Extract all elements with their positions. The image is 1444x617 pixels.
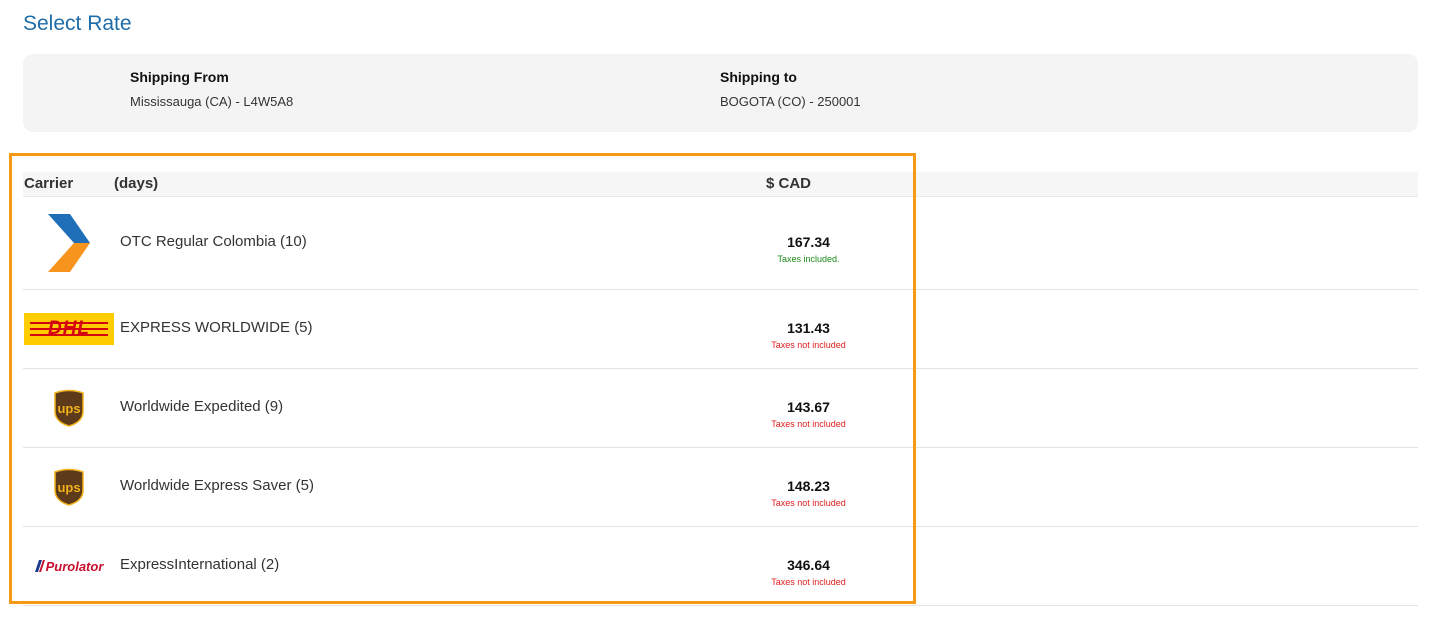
shipping-to: Shipping to BOGOTA (CO) - 250001	[720, 69, 861, 109]
shipping-summary: Shipping From Mississauga (CA) - L4W5A8 …	[23, 54, 1418, 132]
shipping-to-label: Shipping to	[720, 69, 797, 85]
service-name: OTC Regular Colombia (10)	[120, 233, 307, 250]
service-name: Worldwide Express Saver (5)	[120, 477, 314, 494]
shipping-to-value: BOGOTA (CO) - 250001	[720, 94, 861, 109]
price-value: 148.23	[787, 478, 830, 494]
tax-note: Taxes included.	[777, 254, 840, 264]
tax-note: Taxes not included	[771, 498, 846, 508]
rate-row-otc[interactable]: OTC Regular Colombia (10) 167.34 Taxes i…	[23, 197, 1418, 290]
price-value: 167.34	[787, 234, 830, 250]
rate-row-dhl[interactable]: DHL EXPRESS WORLDWIDE (5) 131.43 Taxes n…	[23, 290, 1418, 369]
ups-logo-text: ups	[57, 480, 80, 495]
purolator-logo: Purolator	[24, 527, 114, 605]
price-value: 346.64	[787, 557, 830, 573]
price-cell: 143.67 Taxes not included	[741, 399, 876, 429]
tax-note: Taxes not included	[771, 577, 846, 587]
ups-logo: ups	[24, 369, 114, 447]
tax-note: Taxes not included	[771, 340, 846, 350]
price-value: 131.43	[787, 320, 830, 336]
tax-note: Taxes not included	[771, 419, 846, 429]
column-header-price: $ CAD	[766, 175, 812, 192]
chevron-carrier-logo	[24, 197, 114, 289]
rates-table-header: Carrier (days) $ CAD	[23, 172, 1418, 197]
column-header-days: (days)	[114, 175, 159, 192]
rate-row-ups-expedited[interactable]: ups Worldwide Expedited (9) 143.67 Taxes…	[23, 369, 1418, 448]
dhl-logo-text: DHL	[47, 318, 91, 339]
shipping-from-label: Shipping From	[130, 69, 229, 85]
dhl-logo: DHL	[24, 290, 114, 368]
service-name: EXPRESS WORLDWIDE (5)	[120, 319, 313, 336]
shipping-from: Shipping From Mississauga (CA) - L4W5A8	[130, 69, 293, 109]
page-title: Select Rate	[23, 12, 132, 35]
ups-logo: ups	[24, 448, 114, 526]
shipping-from-value: Mississauga (CA) - L4W5A8	[130, 94, 294, 109]
rate-row-ups-express-saver[interactable]: ups Worldwide Express Saver (5) 148.23 T…	[23, 448, 1418, 527]
service-name: ExpressInternational (2)	[120, 556, 280, 573]
price-cell: 148.23 Taxes not included	[741, 478, 876, 508]
column-header-carrier: Carrier	[24, 175, 74, 192]
price-cell: 131.43 Taxes not included	[741, 320, 876, 350]
service-name: Worldwide Expedited (9)	[120, 398, 284, 415]
purolator-logo-text: Purolator	[45, 558, 104, 574]
price-cell: 346.64 Taxes not included	[741, 557, 876, 587]
ups-logo-text: ups	[57, 401, 80, 416]
rate-row-purolator[interactable]: Purolator ExpressInternational (2) 346.6…	[23, 527, 1418, 606]
price-value: 143.67	[787, 399, 830, 415]
price-cell: 167.34 Taxes included.	[741, 234, 876, 264]
